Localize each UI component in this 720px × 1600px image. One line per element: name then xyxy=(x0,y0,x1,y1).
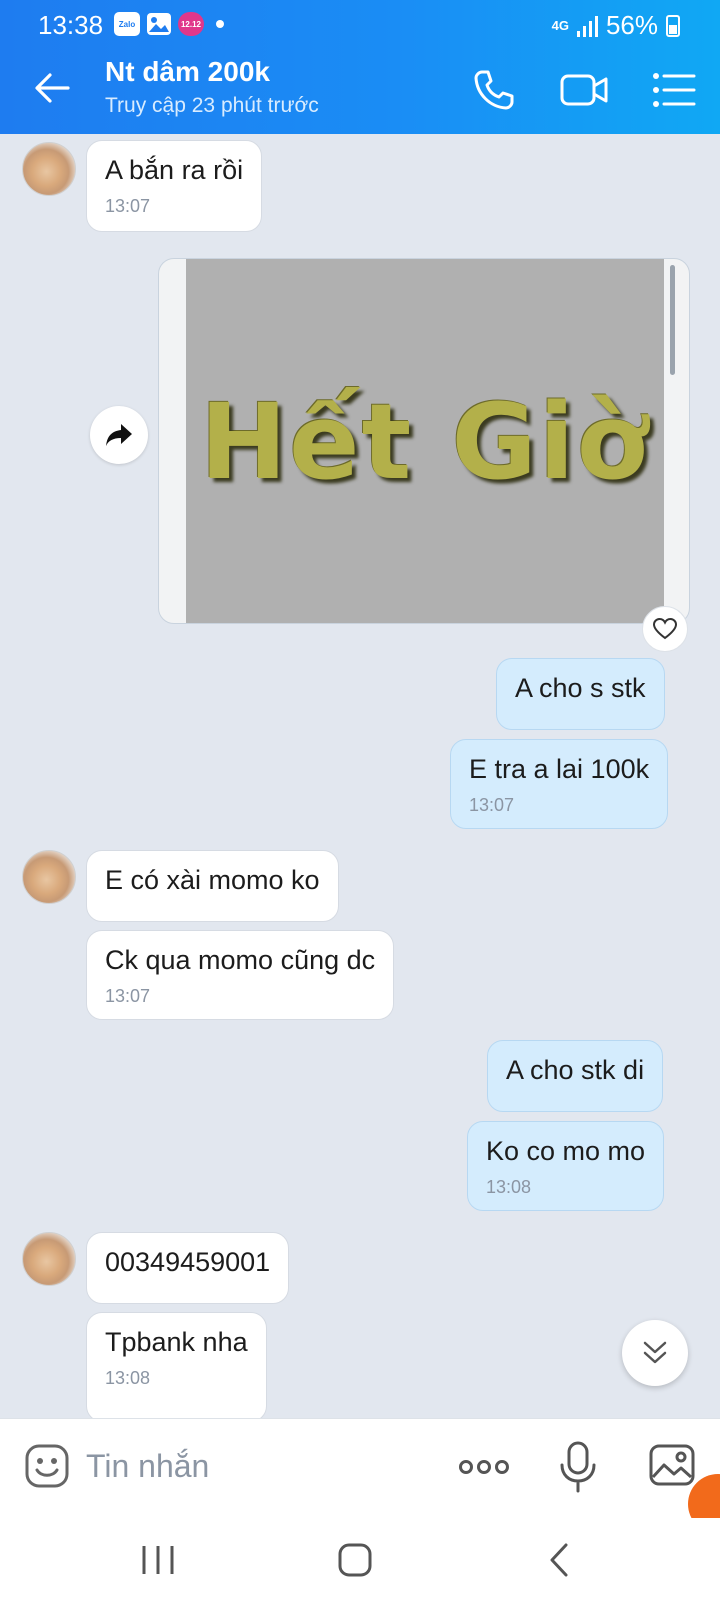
status-time: 13:38 xyxy=(38,10,104,40)
image-icon[interactable] xyxy=(648,1441,696,1489)
avatar[interactable] xyxy=(22,1232,76,1286)
message-bubble-incoming[interactable]: A bắn ra rồi 13:07 xyxy=(86,140,263,232)
message-bubble-incoming[interactable]: Ck qua momo cũng dc 13:07 xyxy=(86,930,395,1020)
message-bubble-outgoing[interactable]: Ko co mo mo 13:08 xyxy=(467,1121,665,1211)
battery-percent: 56% xyxy=(605,10,658,40)
message-bubble-incoming[interactable]: Tpbank nha 13:08 xyxy=(86,1312,267,1418)
phone-icon[interactable] xyxy=(470,66,518,114)
heart-react-icon[interactable] xyxy=(642,606,688,652)
list-menu-icon[interactable] xyxy=(650,66,698,114)
video-call-icon[interactable] xyxy=(560,66,608,114)
message-bubble-outgoing[interactable]: A cho s stk xyxy=(496,658,665,730)
zalo-icon: Zalo xyxy=(114,12,140,36)
more-dots-icon[interactable] xyxy=(458,1449,510,1485)
message-input-bar xyxy=(0,1418,720,1518)
message-text: Tpbank nha xyxy=(105,1327,248,1357)
top-bar: 13:38 Zalo 12.12 4G 56% Nt dâm 200k Truy… xyxy=(0,0,720,134)
message-text: 00349459001 xyxy=(105,1247,271,1277)
message-text: A bắn ra rồi xyxy=(105,155,244,185)
message-text: A cho s stk xyxy=(515,673,646,703)
message-bubble-incoming[interactable]: E có xài momo ko xyxy=(86,850,339,922)
gallery-icon xyxy=(146,12,172,36)
network-type: 4G xyxy=(551,17,569,33)
microphone-icon[interactable] xyxy=(558,1441,598,1493)
back-icon[interactable] xyxy=(540,1538,584,1582)
avatar[interactable] xyxy=(22,850,76,904)
notification-icons: Zalo 12.12 xyxy=(114,12,224,36)
image-content[interactable]: Hết Giờ xyxy=(186,259,664,623)
chat-area[interactable]: A bắn ra rồi 13:07 Hết Giờ A cho s stk E… xyxy=(0,134,720,1418)
recent-apps-icon[interactable] xyxy=(136,1538,180,1582)
message-time: 13:07 xyxy=(469,795,515,815)
message-bubble-outgoing[interactable]: E tra a lai 100k 13:07 xyxy=(450,739,669,829)
message-text: Ko co mo mo xyxy=(486,1136,646,1166)
message-time: 13:07 xyxy=(105,986,151,1006)
message-text: A cho stk di xyxy=(506,1055,645,1085)
message-input[interactable] xyxy=(86,1441,406,1491)
signal-icon xyxy=(576,15,598,37)
scroll-down-button[interactable] xyxy=(622,1320,688,1386)
message-time: 13:08 xyxy=(105,1368,151,1388)
sticker-icon[interactable] xyxy=(24,1443,70,1489)
message-time: 13:08 xyxy=(486,1177,532,1197)
contact-name[interactable]: Nt dâm 200k xyxy=(105,56,270,88)
contact-status: Truy cập 23 phút trước xyxy=(105,94,319,117)
message-text: Ck qua momo cũng dc xyxy=(105,945,376,975)
status-bar: 13:38 Zalo 12.12 4G 56% xyxy=(0,0,720,48)
message-time: 13:07 xyxy=(105,196,151,216)
chat-header: Nt dâm 200k Truy cập 23 phút trước xyxy=(0,48,720,134)
home-icon[interactable] xyxy=(334,1538,378,1582)
double-chevron-down-icon xyxy=(643,1341,667,1364)
system-nav-bar xyxy=(0,1518,720,1600)
image-message[interactable]: Hết Giờ xyxy=(158,258,690,624)
message-bubble-outgoing[interactable]: A cho stk di xyxy=(487,1040,664,1112)
back-arrow-icon[interactable] xyxy=(30,66,74,110)
image-scrollbar xyxy=(670,265,675,375)
image-caption-text: Hết Giờ xyxy=(200,381,650,503)
message-text: E có xài momo ko xyxy=(105,865,320,895)
message-bubble-incoming[interactable]: 00349459001 xyxy=(86,1232,290,1304)
battery-icon xyxy=(666,14,680,37)
more-notifications-dot xyxy=(216,20,224,28)
sale-icon: 12.12 xyxy=(178,12,204,36)
status-right: 4G 56% xyxy=(552,10,680,41)
share-forward-icon[interactable] xyxy=(90,406,148,464)
message-text: E tra a lai 100k xyxy=(469,754,650,784)
avatar[interactable] xyxy=(22,142,76,196)
